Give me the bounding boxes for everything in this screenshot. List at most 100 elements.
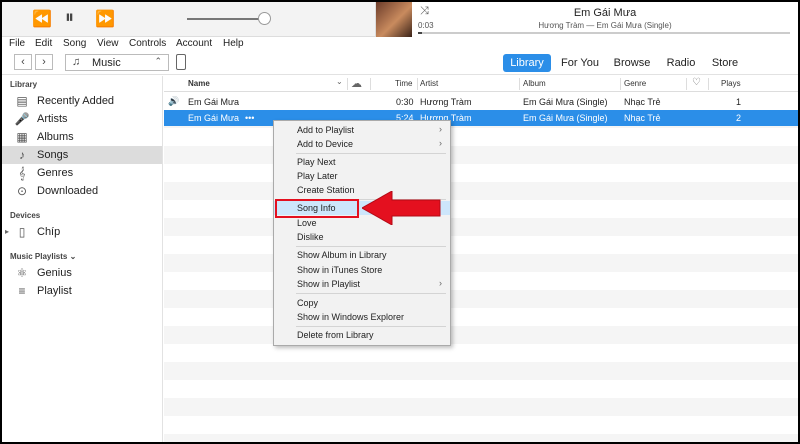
albums-icon: ▦: [16, 130, 28, 144]
highlight-box: [275, 199, 359, 218]
table-row[interactable]: Em Gái Mưa ••• 5:24 Hương Tràm Em Gái Mư…: [164, 110, 798, 126]
sidebar-item-downloaded[interactable]: ⊙ Downloaded: [2, 182, 162, 200]
itunes-window: ⏪ ⏸ ⏩ ⤨ Em Gái Mưa Hương Tràm — Em Gái M…: [2, 2, 798, 442]
album-art[interactable]: [376, 2, 412, 37]
sidebar-item-label: Genius: [37, 267, 72, 279]
tab-library[interactable]: Library: [503, 54, 551, 72]
sidebar-item-genres[interactable]: 𝄞 Genres: [2, 164, 162, 182]
library-header: Library: [10, 80, 38, 89]
disclosure-icon[interactable]: ▸: [5, 223, 9, 241]
sidebar-item-device[interactable]: ▸ ▯ Chíp: [2, 223, 162, 241]
column-plays[interactable]: Plays: [721, 79, 741, 88]
genius-icon: ⚛: [16, 266, 28, 280]
sidebar-item-label: Artists: [37, 113, 68, 125]
now-playing-title: Em Gái Mưa: [573, 7, 637, 19]
menu-file[interactable]: File: [9, 38, 25, 49]
sort-icon[interactable]: ⌄: [336, 77, 343, 86]
sidebar-item-songs[interactable]: ♪ Songs: [2, 146, 162, 164]
sidebar-item-albums[interactable]: ▦ Albums: [2, 128, 162, 146]
menu-item-add-to-playlist[interactable]: Add to Playlist ›: [274, 123, 450, 137]
now-playing-panel: ⤨ Em Gái Mưa Hương Tràm — Em Gái Mưa (Si…: [375, 2, 798, 37]
device-icon[interactable]: [176, 54, 186, 70]
red-arrow-icon: [362, 191, 441, 225]
phone-icon: ▯: [18, 225, 26, 239]
menu-controls[interactable]: Controls: [129, 38, 166, 49]
sidebar-item-recently-added[interactable]: ▤ Recently Added: [2, 92, 162, 110]
sidebar-item-label: Recently Added: [37, 95, 115, 107]
song-plays: 2: [736, 113, 742, 123]
song-name: Em Gái Mưa: [188, 113, 240, 123]
sidebar-item-playlist[interactable]: ≡ Playlist: [2, 282, 162, 300]
forward-button[interactable]: ›: [35, 54, 53, 70]
menu-item-show-in-windows-explorer[interactable]: Show in Windows Explorer: [274, 310, 450, 324]
playlist-icon: ≡: [18, 284, 26, 298]
volume-knob[interactable]: [258, 12, 271, 25]
menu-item-show-in-itunes-store[interactable]: Show in iTunes Store: [274, 263, 450, 277]
column-artist[interactable]: Artist: [420, 79, 438, 88]
songs-icon: ♪: [19, 148, 25, 162]
menu-item-show-album-in-library[interactable]: Show Album in Library: [274, 248, 450, 262]
column-name[interactable]: Name: [188, 79, 210, 88]
recently-added-icon: ▤: [16, 94, 28, 108]
genres-icon: 𝄞: [18, 166, 26, 180]
sidebar-item-label: Songs: [37, 149, 69, 161]
menu-item-show-in-playlist[interactable]: Show in Playlist ›: [274, 277, 450, 291]
tab-for-you[interactable]: For You: [558, 54, 602, 72]
now-playing-subtitle: Hương Tràm — Em Gái Mưa (Single): [538, 21, 672, 30]
menu-item-delete-from-library[interactable]: Delete from Library: [274, 328, 450, 342]
sidebar: Library ▤ Recently Added 🎤 Artists ▦ Alb…: [2, 76, 163, 442]
menu-item-play-later[interactable]: Play Later: [274, 169, 450, 183]
table-row[interactable]: 🔊 Em Gái Mưa 0:30 Hương Tràm Em Gái Mưa …: [164, 94, 798, 110]
tab-browse[interactable]: Browse: [611, 54, 653, 72]
submenu-arrow-icon: ›: [439, 124, 442, 134]
sidebar-item-label: Albums: [37, 131, 74, 143]
column-header-row: Name ⌄ ☁ Time Artist Album Genre ♡ Plays: [164, 76, 798, 92]
back-button[interactable]: ‹: [14, 54, 32, 70]
heart-icon[interactable]: ♡: [692, 77, 701, 88]
menu-item-play-next[interactable]: Play Next: [274, 155, 450, 169]
menu-edit[interactable]: Edit: [35, 38, 52, 49]
column-album[interactable]: Album: [523, 79, 546, 88]
player-bar: ⏪ ⏸ ⏩ ⤨ Em Gái Mưa Hương Tràm — Em Gái M…: [2, 2, 798, 37]
column-genre[interactable]: Genre: [624, 79, 646, 88]
sidebar-item-genius[interactable]: ⚛ Genius: [2, 264, 162, 282]
speaker-icon: 🔊: [168, 96, 180, 106]
menu-help[interactable]: Help: [223, 38, 244, 49]
song-genre: Nhạc Trẻ: [624, 113, 661, 123]
more-options-icon[interactable]: •••: [245, 113, 254, 123]
sidebar-item-label: Downloaded: [37, 185, 99, 197]
sidebar-item-artists[interactable]: 🎤 Artists: [2, 110, 162, 128]
menu-item-add-to-device[interactable]: Add to Device ›: [274, 137, 450, 151]
media-kind-label: Music: [92, 57, 121, 69]
nav-bar: ‹ › ♫ Music ⌃ Library For You Browse Rad…: [2, 51, 798, 75]
downloaded-icon: ⊙: [16, 184, 28, 198]
volume-slider[interactable]: [187, 18, 265, 20]
tab-radio[interactable]: Radio: [663, 54, 699, 72]
media-kind-select[interactable]: ♫ Music ⌃: [65, 54, 169, 71]
cloud-icon[interactable]: ☁: [351, 77, 362, 90]
sidebar-item-label: Chíp: [37, 226, 61, 238]
song-time: 0:30: [396, 97, 414, 107]
tab-store[interactable]: Store: [708, 54, 742, 72]
menu-item-dislike[interactable]: Dislike: [274, 230, 450, 244]
song-album: Em Gái Mưa (Single): [523, 113, 608, 123]
sidebar-item-label: Playlist: [37, 285, 72, 297]
menu-song[interactable]: Song: [63, 38, 86, 49]
menu-item-copy[interactable]: Copy: [274, 296, 450, 310]
previous-icon[interactable]: ⏪: [32, 9, 52, 29]
song-genre: Nhạc Trẻ: [624, 97, 661, 107]
sidebar-item-label: Genres: [37, 167, 74, 179]
song-artist: Hương Tràm: [420, 97, 472, 107]
column-time[interactable]: Time: [395, 79, 412, 88]
song-list: Name ⌄ ☁ Time Artist Album Genre ♡ Plays…: [164, 76, 798, 442]
song-name: Em Gái Mưa: [188, 97, 240, 107]
music-playlists-header[interactable]: Music Playlists ⌄: [10, 252, 76, 261]
select-arrows-icon: ⌃: [154, 56, 162, 66]
pause-icon[interactable]: ⏸: [65, 7, 74, 28]
next-icon[interactable]: ⏩: [95, 9, 115, 29]
context-menu: Add to Playlist › Add to Device › Play Nex…: [273, 120, 451, 346]
menu-account[interactable]: Account: [176, 38, 212, 49]
menu-bar: File Edit Song View Controls Account Hel…: [2, 37, 798, 51]
menu-view[interactable]: View: [97, 38, 119, 49]
progress-bar[interactable]: [418, 32, 790, 34]
